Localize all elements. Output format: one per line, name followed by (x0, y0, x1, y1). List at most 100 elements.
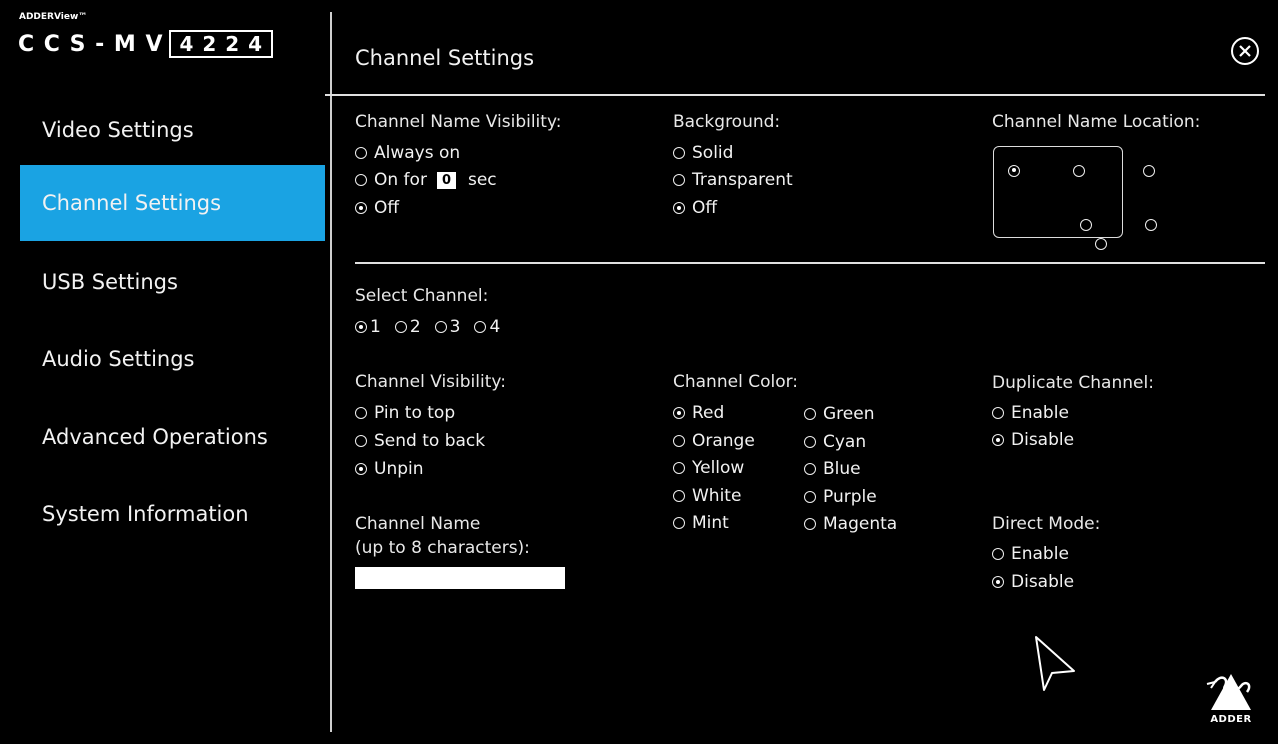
background-title: Background: (673, 112, 781, 132)
radio-icon (394, 321, 407, 333)
color-red[interactable]: Red (673, 403, 724, 423)
brand-model-digits: 4 2 2 4 (169, 30, 274, 58)
name-visibility-off[interactable]: Off (355, 198, 399, 218)
channel-color-title: Channel Color: (673, 372, 799, 392)
duplicate-enable[interactable]: Enable (992, 403, 1069, 423)
channel-3-radio[interactable]: 3 (434, 317, 461, 337)
select-channel-title: Select Channel: (355, 286, 489, 306)
page-title: Channel Settings (355, 46, 535, 70)
sidebar-item-label: System Information (42, 502, 249, 526)
radio-icon (804, 463, 816, 475)
radio-icon (355, 435, 367, 447)
option-label: Purple (823, 487, 877, 507)
option-label: Green (823, 404, 875, 424)
option-label: Solid (692, 143, 734, 163)
option-label: 3 (449, 317, 461, 337)
radio-icon (355, 174, 367, 186)
option-label: Yellow (692, 458, 745, 478)
radio-icon (355, 321, 367, 333)
location-top-center[interactable] (1073, 164, 1086, 177)
color-green[interactable]: Green (804, 404, 874, 424)
background-transparent[interactable]: Transparent (673, 170, 793, 190)
sidebar-item-channel-settings[interactable]: Channel Settings (20, 165, 325, 241)
channel-4-radio[interactable]: 4 (474, 317, 500, 337)
select-channel-group: 1 2 3 4 (355, 317, 500, 337)
option-label: Cyan (823, 432, 867, 452)
radio-icon (673, 490, 685, 502)
option-label: 2 (409, 317, 421, 337)
sidebar-item-advanced-operations[interactable]: Advanced Operations (20, 399, 325, 475)
radio-icon (804, 436, 816, 448)
sidebar-item-system-information[interactable]: System Information (20, 476, 325, 552)
visibility-send-to-back[interactable]: Send to back (355, 431, 485, 451)
duplicate-disable[interactable]: Disable (992, 430, 1074, 450)
option-label: Always on (374, 143, 461, 163)
radio-icon (992, 576, 1004, 588)
radio-icon (355, 407, 367, 419)
option-label: Red (692, 403, 725, 423)
duplicate-channel-title: Duplicate Channel: (992, 373, 1154, 393)
color-white[interactable]: White (673, 486, 741, 506)
color-magenta[interactable]: Magenta (804, 514, 897, 534)
radio-icon (992, 434, 1004, 446)
radio-icon (355, 202, 367, 214)
direct-mode-disable[interactable]: Disable (992, 572, 1074, 592)
adder-logo-text: ADDER (1210, 714, 1252, 725)
sidebar-item-video-settings[interactable]: Video Settings (20, 92, 325, 168)
color-orange[interactable]: Orange (673, 431, 755, 451)
option-label: On for (374, 170, 427, 190)
option-label: Unpin (374, 459, 424, 479)
name-visibility-always-on[interactable]: Always on (355, 143, 460, 163)
channel-1-radio[interactable]: 1 (355, 317, 381, 337)
location-bottom-center[interactable] (1145, 218, 1158, 231)
radio-icon (474, 321, 487, 333)
color-cyan[interactable]: Cyan (804, 432, 866, 452)
name-visibility-on-for[interactable]: On for 0 sec (355, 170, 497, 190)
channel-name-title: Channel Name (355, 514, 481, 534)
color-blue[interactable]: Blue (804, 459, 861, 479)
close-circle-icon (1231, 37, 1259, 65)
location-top-right[interactable] (1143, 164, 1156, 177)
brand-model: C C S - M V 4 2 2 4 (18, 30, 274, 58)
sidebar-item-audio-settings[interactable]: Audio Settings (20, 321, 325, 397)
name-location-grid (993, 146, 1158, 250)
name-location-title: Channel Name Location: (992, 112, 1201, 132)
adder-logo: ADDER (1198, 670, 1264, 732)
direct-mode-enable[interactable]: Enable (992, 544, 1069, 564)
option-label: Disable (1011, 430, 1075, 450)
background-solid[interactable]: Solid (673, 143, 733, 163)
vertical-divider (330, 12, 332, 732)
color-mint[interactable]: Mint (673, 513, 729, 533)
radio-icon (673, 407, 685, 419)
section-divider (355, 262, 1265, 264)
channel-name-input[interactable] (355, 567, 565, 589)
option-label: Orange (692, 431, 755, 451)
channel-2-radio[interactable]: 2 (394, 317, 421, 337)
radio-icon (992, 548, 1004, 560)
option-label: Off (692, 198, 718, 218)
visibility-pin-to-top[interactable]: Pin to top (355, 403, 455, 423)
option-label: Transparent (692, 170, 793, 190)
sidebar-item-label: Advanced Operations (42, 425, 268, 449)
location-bottom-right[interactable] (1095, 237, 1107, 250)
direct-mode-title: Direct Mode: (992, 514, 1101, 534)
brand-small: ADDERView™ (19, 12, 88, 22)
radio-icon (804, 518, 816, 530)
visibility-unpin[interactable]: Unpin (355, 459, 424, 479)
location-bottom-left[interactable] (1080, 218, 1093, 231)
channel-name-subtitle: (up to 8 characters): (355, 538, 530, 558)
sidebar-item-usb-settings[interactable]: USB Settings (20, 244, 325, 320)
sidebar-item-label: Video Settings (42, 118, 194, 142)
radio-icon (673, 462, 685, 474)
background-off[interactable]: Off (673, 198, 717, 218)
option-label: 1 (370, 317, 381, 337)
color-purple[interactable]: Purple (804, 487, 877, 507)
seconds-input[interactable]: 0 (436, 171, 456, 189)
option-label: Disable (1011, 572, 1075, 592)
option-label: White (692, 486, 742, 506)
option-label: Blue (823, 459, 861, 479)
option-label: Send to back (374, 431, 486, 451)
close-button[interactable] (1230, 36, 1260, 66)
color-yellow[interactable]: Yellow (673, 458, 744, 478)
location-top-left[interactable] (1008, 164, 1020, 177)
